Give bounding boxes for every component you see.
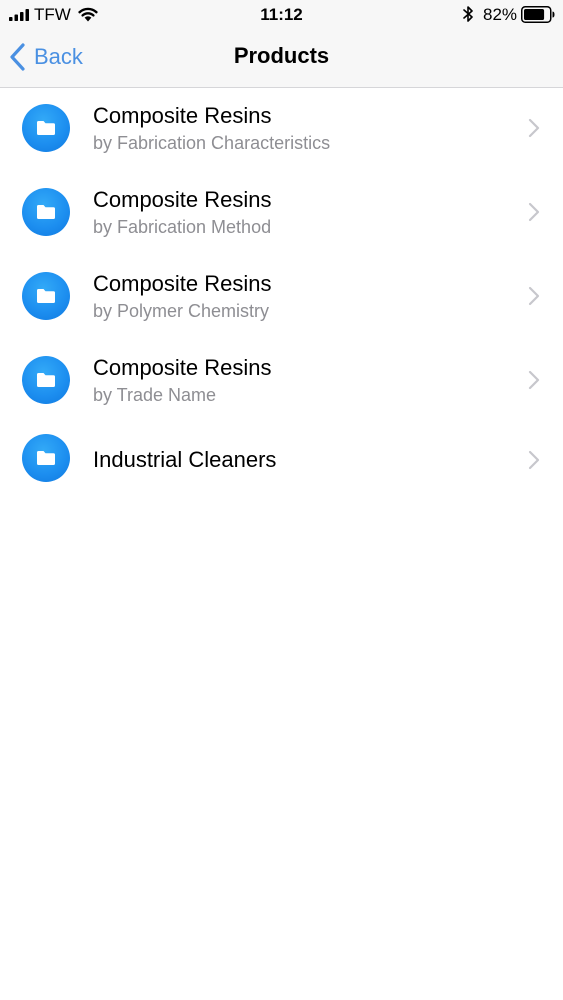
battery-percentage: 82% [483,5,518,24]
page-title: Products [233,43,330,68]
folder-icon [37,121,55,135]
list-item-subtitle: by Fabrication Characteristics [93,133,331,153]
bluetooth-icon [463,6,473,22]
folder-icon [37,205,55,219]
list-item[interactable]: Composite Resins by Fabrication Characte… [0,88,563,172]
list-item[interactable]: Industrial Cleaners [0,424,563,496]
list-item[interactable]: Composite Resins by Fabrication Method [0,172,563,256]
folder-icon [37,373,55,387]
category-badge [22,356,70,404]
folder-icon [37,451,55,465]
category-badge [22,104,70,152]
list-item-subtitle: by Trade Name [93,385,217,405]
top-bar: TFW 11:12 82% Back Products [0,0,563,88]
list-item-title: Industrial Cleaners [93,447,277,472]
chevron-right-icon [528,370,540,390]
category-badge [22,272,70,320]
battery-icon [521,6,555,23]
status-time: 11:12 [260,5,303,24]
chevron-right-icon [528,286,540,306]
category-badge [22,188,70,236]
status-bar: TFW 11:12 82% [0,0,563,30]
chevron-right-icon [528,450,540,470]
list-item-subtitle: by Fabrication Method [93,217,272,237]
products-list: Composite Resins by Fabrication Characte… [0,88,563,496]
folder-icon [37,289,55,303]
list-item-title: Composite Resins [93,187,272,212]
list-item-title: Composite Resins [93,103,272,128]
category-badge [22,434,70,482]
list-item[interactable]: Composite Resins by Trade Name [0,340,563,424]
list-item-title: Composite Resins [93,271,272,296]
chevron-right-icon [528,118,540,138]
list-item[interactable]: Composite Resins by Polymer Chemistry [0,256,563,340]
chevron-right-icon [528,202,540,222]
navigation-bar: Back Products [0,30,563,87]
list-item-subtitle: by Polymer Chemistry [93,301,270,321]
list-item-title: Composite Resins [93,355,272,380]
